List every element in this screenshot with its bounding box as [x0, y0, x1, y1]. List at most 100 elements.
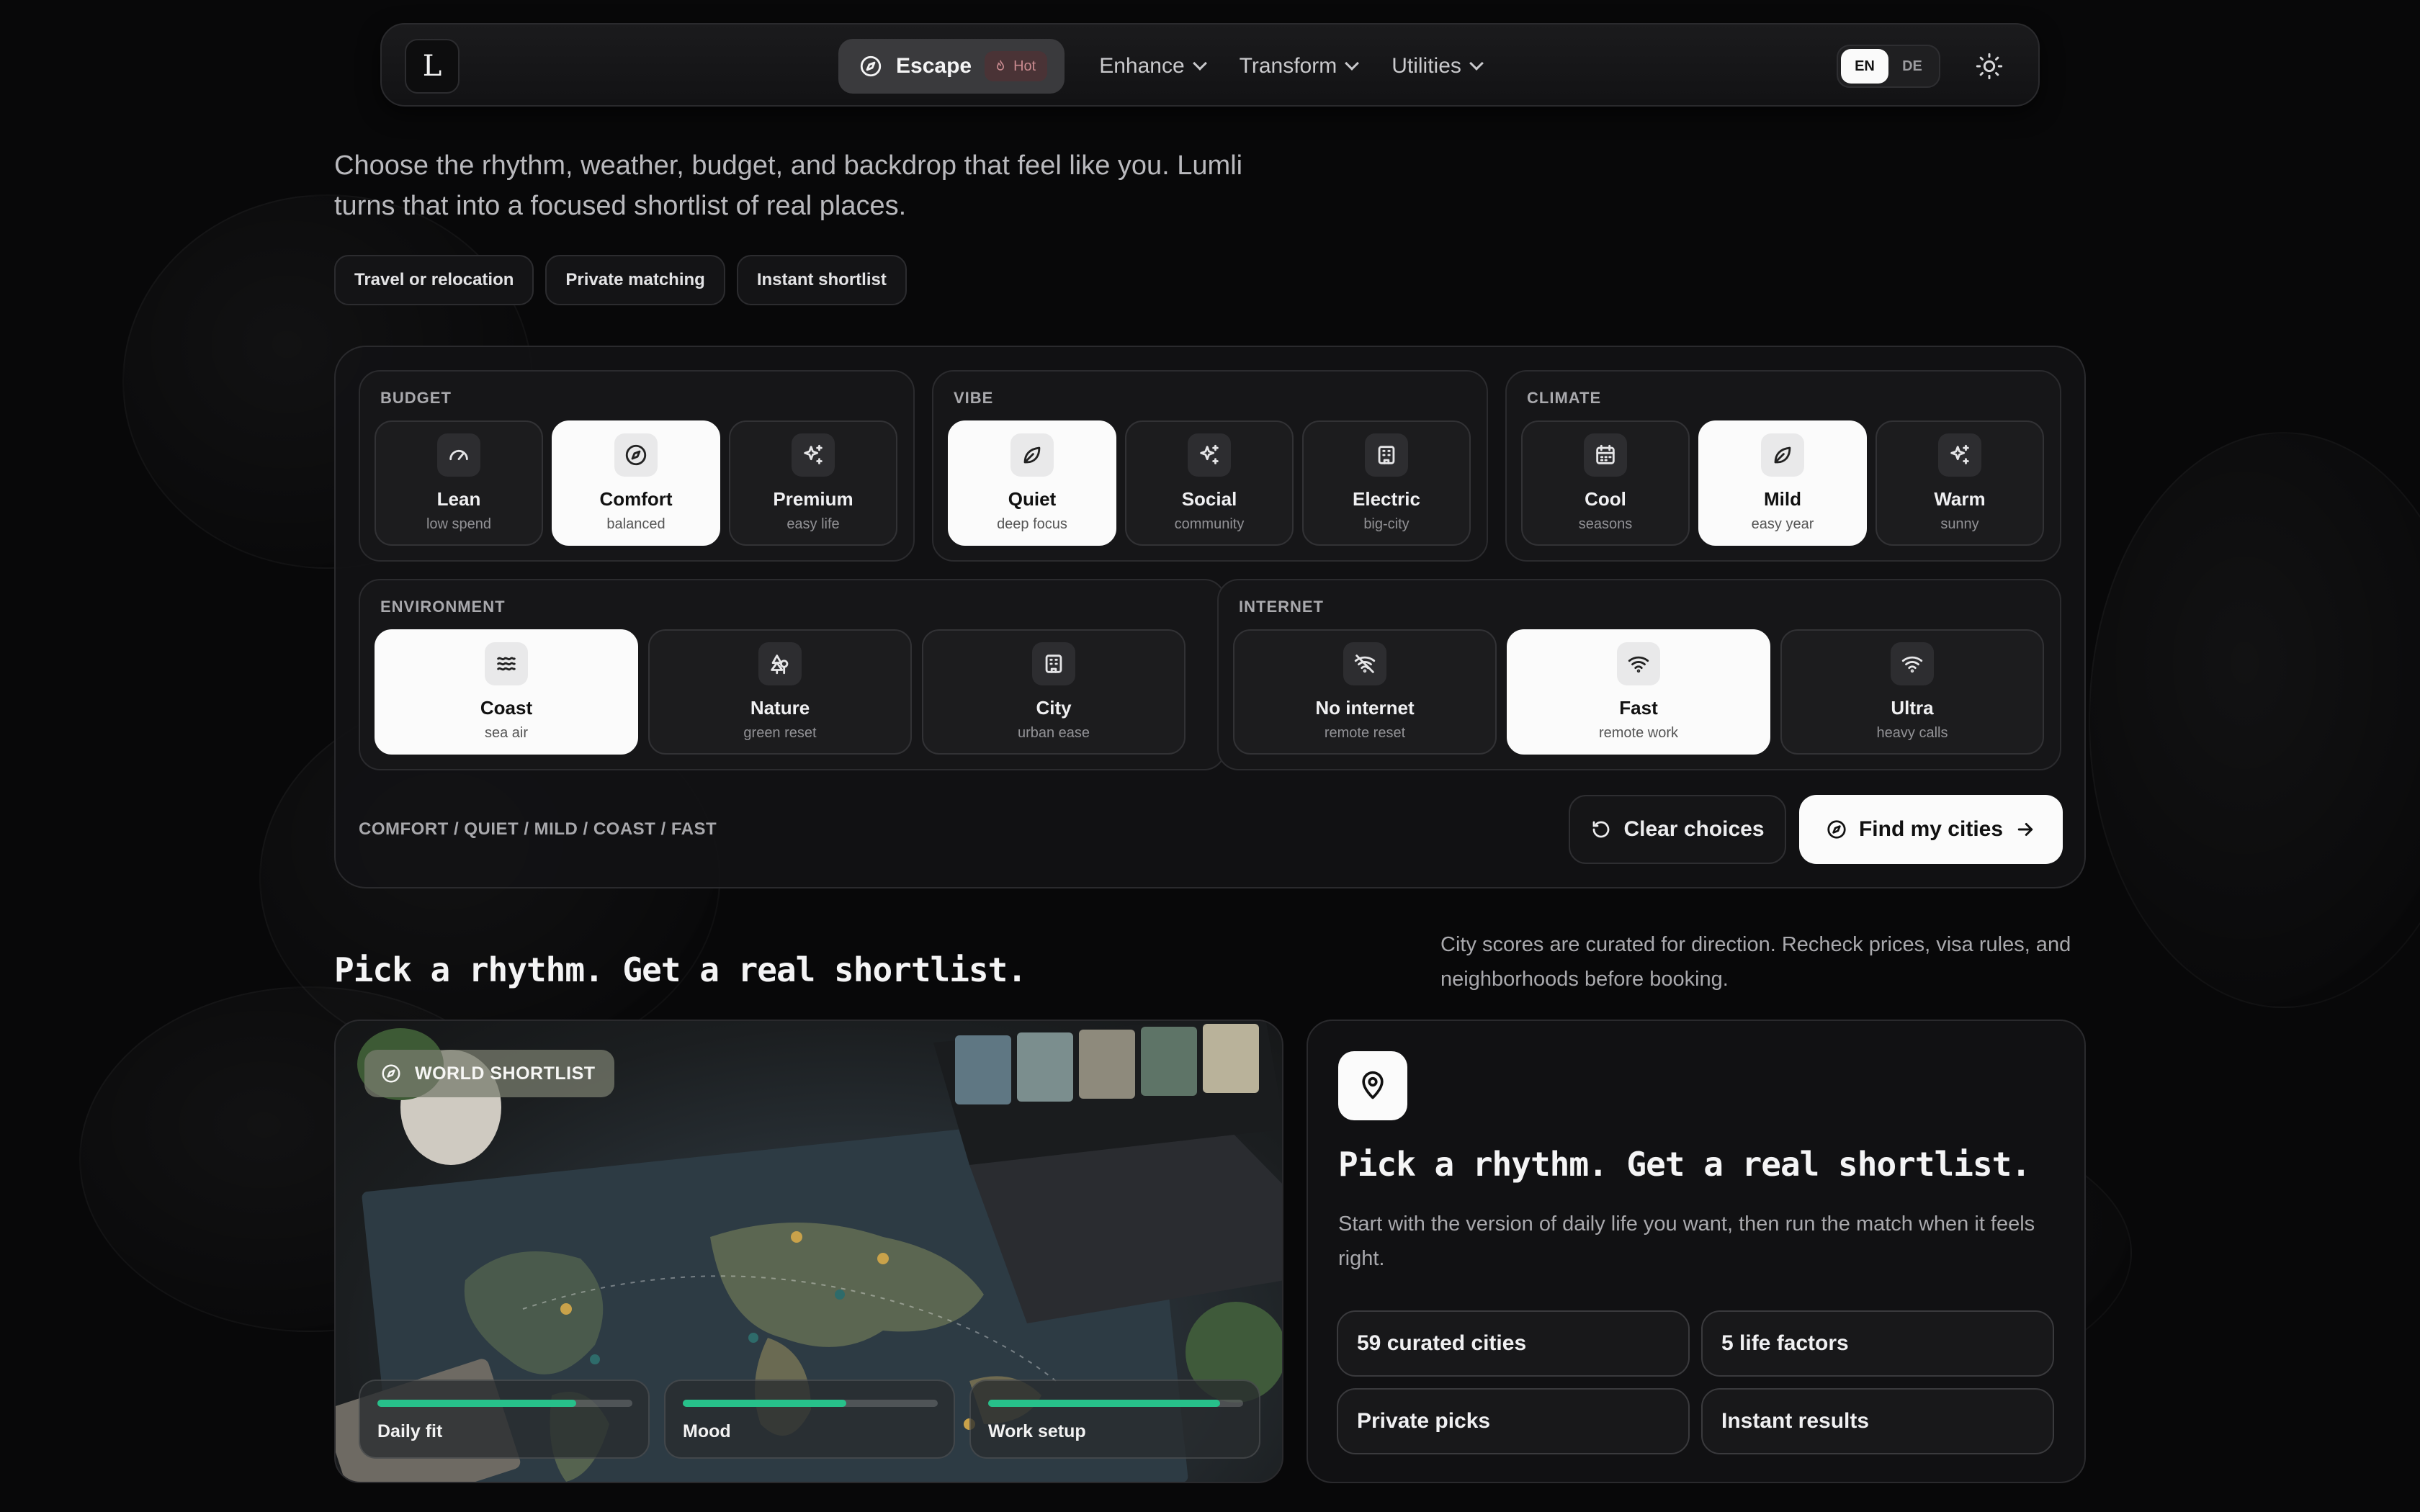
option-sub: deep focus	[997, 516, 1067, 532]
metric-track	[988, 1400, 1243, 1407]
language-switcher: EN DE	[1837, 45, 1940, 88]
metric-label: Mood	[683, 1421, 731, 1441]
building-icon	[1365, 433, 1408, 477]
chevron-down-icon	[1192, 56, 1207, 71]
leaf-icon	[1761, 433, 1804, 477]
option-sub: big-city	[1363, 516, 1410, 532]
group-title: INTERNET	[1239, 598, 1324, 616]
metric-fill	[377, 1400, 577, 1407]
clear-choices-label: Clear choices	[1623, 817, 1765, 841]
option-label: Comfort	[599, 488, 673, 510]
stat-life-factors: 5 life factors	[1701, 1310, 2054, 1377]
group-vibe: VIBE Quiet deep focus Social community E…	[932, 370, 1488, 562]
option-premium[interactable]: Premium easy life	[729, 420, 897, 546]
metric-label: Daily fit	[377, 1421, 443, 1441]
find-cities-label: Find my cities	[1858, 817, 2004, 841]
background-blob	[2089, 432, 2420, 1008]
wifi-icon	[1617, 642, 1660, 685]
selection-summary: COMFORT / QUIET / MILD / COAST / FAST	[359, 819, 717, 839]
option-lean[interactable]: Lean low spend	[375, 420, 543, 546]
option-no-internet[interactable]: No internet remote reset	[1233, 629, 1497, 755]
stat-curated-cities: 59 curated cities	[1337, 1310, 1690, 1377]
group-internet: INTERNET No internet remote reset Fast r…	[1217, 579, 2061, 770]
option-sub: sunny	[1940, 516, 1979, 532]
option-sub: heavy calls	[1876, 725, 1948, 741]
option-label: Cool	[1585, 488, 1626, 510]
world-shortlist-badge: WORLD SHORTLIST	[364, 1050, 614, 1097]
card-title: Pick a rhythm. Get a real shortlist.	[1338, 1145, 2031, 1184]
option-sub: community	[1174, 516, 1245, 532]
option-mild[interactable]: Mild easy year	[1698, 420, 1867, 546]
metric-track	[377, 1400, 632, 1407]
section-title: Pick a rhythm. Get a real shortlist.	[334, 950, 1027, 989]
card-body: Start with the version of daily life you…	[1338, 1212, 2035, 1270]
group-title: VIBE	[954, 389, 994, 407]
option-ultra[interactable]: Ultra heavy calls	[1780, 629, 2044, 755]
chip-instant: Instant shortlist	[736, 255, 907, 305]
nav-item-label: Escape	[896, 54, 972, 78]
chip-travel: Travel or relocation	[334, 255, 534, 305]
nav-item-escape[interactable]: Escape Hot	[838, 39, 1065, 94]
option-label: Social	[1181, 488, 1237, 510]
top-navigation: L Escape Hot Enhance Transform Utilities…	[380, 23, 2040, 107]
option-label: Lean	[436, 488, 481, 510]
gauge-icon	[437, 433, 480, 477]
option-social[interactable]: Social community	[1125, 420, 1294, 546]
language-en[interactable]: EN	[1841, 49, 1888, 84]
option-city[interactable]: City urban ease	[922, 629, 1186, 755]
option-warm[interactable]: Warm sunny	[1876, 420, 2044, 546]
nav-item-label: Transform	[1239, 54, 1337, 78]
group-environment: ENVIRONMENT Coast sea air Nature green r…	[359, 579, 1226, 770]
chip-private: Private matching	[545, 255, 725, 305]
group-title: CLIMATE	[1527, 389, 1602, 407]
leaf-icon	[1010, 433, 1054, 477]
clear-choices-button[interactable]: Clear choices	[1569, 795, 1786, 864]
theme-toggle[interactable]	[1969, 46, 2009, 86]
wifi-off-icon	[1343, 642, 1386, 685]
option-label: Mild	[1764, 488, 1801, 510]
option-coast[interactable]: Coast sea air	[375, 629, 638, 755]
language-de[interactable]: DE	[1888, 49, 1936, 84]
waves-icon	[485, 642, 528, 685]
compass-icon	[382, 1064, 400, 1083]
option-nature[interactable]: Nature green reset	[648, 629, 912, 755]
hot-badge-label: Hot	[1013, 58, 1036, 74]
sun-icon	[1976, 53, 2003, 80]
option-quiet[interactable]: Quiet deep focus	[948, 420, 1116, 546]
option-label: No internet	[1315, 697, 1415, 719]
nav-item-label: Enhance	[1099, 54, 1185, 78]
group-climate: CLIMATE Cool seasons Mild easy year Warm…	[1505, 370, 2061, 562]
metric-track	[683, 1400, 938, 1407]
option-sub: low spend	[426, 516, 492, 532]
option-comfort[interactable]: Comfort balanced	[552, 420, 720, 546]
sparkles-icon	[1188, 433, 1231, 477]
nav-item-enhance[interactable]: Enhance	[1099, 54, 1207, 78]
section-note: City scores are curated for direction. R…	[1440, 933, 2071, 991]
chevron-down-icon	[1469, 56, 1484, 71]
nav-item-transform[interactable]: Transform	[1239, 54, 1360, 78]
option-cool[interactable]: Cool seasons	[1521, 420, 1690, 546]
group-title: ENVIRONMENT	[380, 598, 506, 616]
calendar-icon	[1584, 433, 1627, 477]
stat-instant-results: Instant results	[1701, 1388, 2054, 1454]
nav-item-utilities[interactable]: Utilities	[1392, 54, 1484, 78]
option-label: Electric	[1353, 488, 1420, 510]
world-shortlist-image: WORLD SHORTLIST Daily fit Mood Work setu…	[334, 1020, 1283, 1483]
option-sub: green reset	[743, 725, 817, 741]
option-electric[interactable]: Electric big-city	[1302, 420, 1471, 546]
wifi-icon	[1891, 642, 1934, 685]
compass-icon	[1827, 820, 1846, 839]
app-logo[interactable]: L	[405, 39, 460, 94]
compass-icon	[614, 433, 658, 477]
metric-daily-fit: Daily fit	[359, 1380, 650, 1459]
option-label: City	[1036, 697, 1072, 719]
option-fast[interactable]: Fast remote work	[1507, 629, 1770, 755]
feature-chips: Travel or relocation Private matching In…	[334, 255, 907, 305]
hot-badge: Hot	[985, 51, 1048, 81]
option-label: Fast	[1619, 697, 1658, 719]
trees-icon	[758, 642, 802, 685]
find-cities-button[interactable]: Find my cities	[1799, 795, 2063, 864]
group-title: BUDGET	[380, 389, 452, 407]
option-label: Quiet	[1008, 488, 1057, 510]
metric-label: Work setup	[988, 1421, 1086, 1441]
